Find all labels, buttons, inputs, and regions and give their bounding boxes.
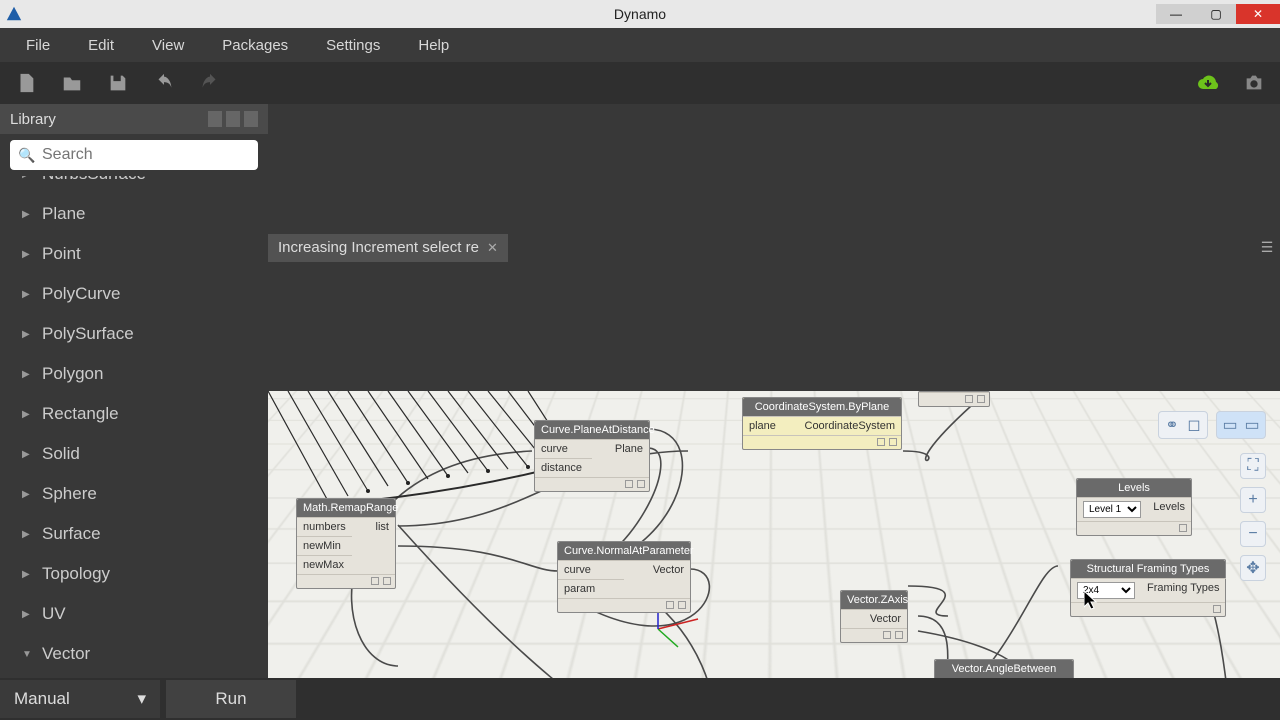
open-file-icon[interactable] bbox=[56, 67, 88, 99]
box-icon[interactable]: ◻ bbox=[1184, 415, 1204, 435]
run-mode-dropdown[interactable]: Manual ▾ bbox=[0, 680, 160, 718]
tree-item-uv[interactable]: ▶UV bbox=[0, 594, 268, 634]
tree-item-polygon[interactable]: ▶Polygon bbox=[0, 354, 268, 394]
menu-edit[interactable]: Edit bbox=[70, 31, 132, 60]
node-fragment-top[interactable] bbox=[918, 391, 990, 407]
tree-item-sphere[interactable]: ▶Sphere bbox=[0, 474, 268, 514]
node-view-icon[interactable]: ▭ bbox=[1220, 415, 1240, 435]
menu-help[interactable]: Help bbox=[400, 31, 467, 60]
tab-menu-icon[interactable]: ☰ bbox=[1254, 239, 1280, 256]
tree-item-polycurve[interactable]: ▶PolyCurve bbox=[0, 274, 268, 314]
window-title: Dynamo bbox=[614, 6, 666, 22]
redo-icon[interactable] bbox=[194, 67, 226, 99]
menubar: File Edit View Packages Settings Help bbox=[0, 28, 1280, 62]
tree-item-vector[interactable]: ▼Vector bbox=[0, 634, 268, 674]
canvas-view-tools: ⚭ ◻ ▭ ▭ bbox=[1158, 411, 1266, 439]
menu-file[interactable]: File bbox=[8, 31, 68, 60]
search-icon: 🔍 bbox=[18, 147, 35, 164]
search-input[interactable] bbox=[10, 140, 258, 170]
library-header: Library bbox=[0, 104, 268, 134]
framing-dropdown[interactable]: 2x4 bbox=[1077, 582, 1135, 599]
tree-item-plane[interactable]: ▶Plane bbox=[0, 194, 268, 234]
camera-icon[interactable] bbox=[1238, 67, 1270, 99]
library-collapse-icon[interactable] bbox=[208, 111, 222, 127]
tree-item-surface[interactable]: ▶Surface bbox=[0, 514, 268, 554]
zoom-in-icon[interactable]: + bbox=[1240, 487, 1266, 513]
bottombar: Manual ▾ Run bbox=[0, 678, 1280, 720]
pan-icon[interactable]: ✥ bbox=[1240, 555, 1266, 581]
canvas[interactable]: Math.RemapRange numbers newMin newMax li… bbox=[268, 391, 1280, 678]
maximize-button[interactable]: ▢ bbox=[1196, 4, 1236, 24]
library-pin-icon[interactable] bbox=[226, 111, 240, 127]
menu-packages[interactable]: Packages bbox=[204, 31, 306, 60]
library-title: Library bbox=[10, 111, 56, 128]
run-button[interactable]: Run bbox=[166, 680, 296, 718]
fit-screen-icon[interactable]: ⛶ bbox=[1240, 453, 1266, 479]
library-tree: ▶NurbsSurface ▶Plane ▶Point ▶PolyCurve ▶… bbox=[0, 176, 268, 678]
tab-bar: Increasing Increment select re ✕ ☰ bbox=[268, 104, 1280, 391]
cloud-download-icon[interactable] bbox=[1192, 67, 1224, 99]
menu-view[interactable]: View bbox=[134, 31, 202, 60]
app-logo bbox=[0, 0, 28, 28]
node-curve-normalatparameter[interactable]: Curve.NormalAtParameter curve param Vect… bbox=[557, 541, 691, 613]
titlebar: Dynamo — ▢ ✕ bbox=[0, 0, 1280, 28]
library-arrow-icon[interactable] bbox=[244, 111, 258, 127]
chevron-down-icon: ▾ bbox=[137, 689, 146, 709]
tab-label: Increasing Increment select re bbox=[278, 239, 479, 256]
node-math-remaprange[interactable]: Math.RemapRange numbers newMin newMax li… bbox=[296, 498, 396, 589]
tree-item-rectangle[interactable]: ▶Rectangle bbox=[0, 394, 268, 434]
zoom-tools: ⛶ + − ✥ bbox=[1240, 453, 1266, 581]
node-curve-planeatdistance[interactable]: Curve.PlaneAtDistance curve distance Pla… bbox=[534, 420, 650, 492]
tree-item-solid[interactable]: ▶Solid bbox=[0, 434, 268, 474]
tab-close-icon[interactable]: ✕ bbox=[487, 240, 498, 256]
save-icon[interactable] bbox=[102, 67, 134, 99]
window-controls: — ▢ ✕ bbox=[1156, 4, 1280, 24]
node-levels[interactable]: Levels Level 1 Levels bbox=[1076, 478, 1192, 536]
tree-item-nurbssurface[interactable]: ▶NurbsSurface bbox=[0, 176, 268, 194]
zoom-out-icon[interactable]: − bbox=[1240, 521, 1266, 547]
menu-settings[interactable]: Settings bbox=[308, 31, 398, 60]
node-vector-zaxis[interactable]: Vector.ZAxis Vector bbox=[840, 590, 908, 643]
tree-item-polysurface[interactable]: ▶PolySurface bbox=[0, 314, 268, 354]
tab-workspace[interactable]: Increasing Increment select re ✕ bbox=[268, 234, 508, 262]
graph-view-icon[interactable]: ▭ bbox=[1242, 415, 1262, 435]
close-button[interactable]: ✕ bbox=[1236, 4, 1280, 24]
link-icon[interactable]: ⚭ bbox=[1162, 415, 1182, 435]
node-coordinatesystem-byplane[interactable]: CoordinateSystem.ByPlane plane Coordinat… bbox=[742, 397, 902, 450]
node-structural-framing-types[interactable]: Structural Framing Types 2x4 Framing Typ… bbox=[1070, 559, 1226, 617]
undo-icon[interactable] bbox=[148, 67, 180, 99]
library-panel: Library 🔍 ▶NurbsSurface ▶Plane ▶Point ▶P… bbox=[0, 104, 268, 678]
tree-item-point[interactable]: ▶Point bbox=[0, 234, 268, 274]
new-file-icon[interactable] bbox=[10, 67, 42, 99]
levels-dropdown[interactable]: Level 1 bbox=[1083, 501, 1141, 518]
node-vector-anglebetween[interactable]: Vector.AngleBetween vector otherVector d… bbox=[934, 659, 1074, 678]
tree-item-topology[interactable]: ▶Topology bbox=[0, 554, 268, 594]
minimize-button[interactable]: — bbox=[1156, 4, 1196, 24]
toolbar bbox=[0, 62, 1280, 104]
